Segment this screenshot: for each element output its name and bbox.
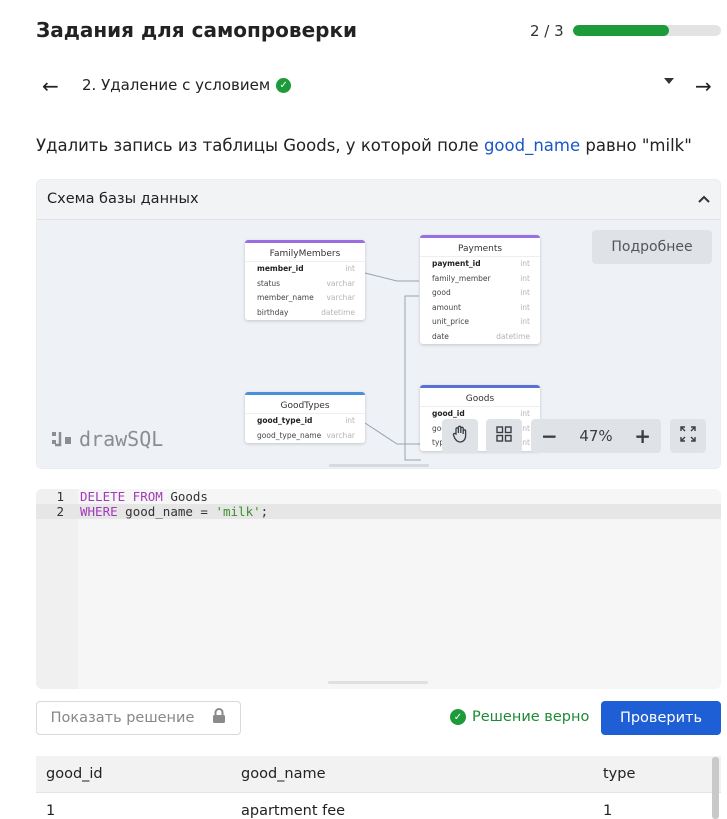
- hand-icon: [452, 425, 468, 447]
- lock-icon: [212, 708, 226, 728]
- column-header: good_id: [46, 766, 103, 782]
- code-text: WHERE good_name = 'milk';: [80, 504, 269, 519]
- solution-status: ✓ Решение верно: [450, 709, 589, 725]
- table-row: good_type_id int: [257, 416, 355, 425]
- table-header: good_id good_name type: [36, 756, 721, 793]
- column-header: type: [603, 766, 636, 782]
- table-cell: apartment fee: [241, 803, 346, 819]
- table-row: good_nameint: [432, 423, 530, 433]
- line-number: 2: [56, 504, 64, 519]
- fullscreen-button[interactable]: [670, 419, 706, 453]
- zoom-control: − 47% +: [531, 419, 661, 453]
- line-number: 1: [56, 489, 64, 504]
- zoom-in-button[interactable]: +: [634, 424, 651, 448]
- grid-icon: [496, 426, 512, 446]
- task-title: 2. Удаление с условием: [82, 76, 271, 94]
- task-field-highlight: good_name: [483, 136, 581, 155]
- schema-title: Схема базы данных: [47, 191, 199, 207]
- table-row: birthday datetime: [257, 307, 355, 317]
- pan-tool-button[interactable]: [442, 419, 478, 453]
- status-text: Решение верно: [472, 709, 590, 725]
- table-row: family_member int: [432, 273, 530, 283]
- drawsql-logo: drawSQL: [51, 427, 163, 451]
- table-row: good_type_name varchar: [257, 430, 355, 440]
- results-table: good_id good_name type 1 apartment fee 1: [36, 756, 721, 819]
- table-row: status varchar: [257, 278, 355, 288]
- table-goodtypes[interactable]: GoodTypes good_type_id int good_type_name…: [245, 392, 365, 443]
- table-goods[interactable]: Goods good_idint good_nameint typeint: [420, 385, 540, 451]
- page-title: Задания для самопроверки: [36, 18, 358, 42]
- table-row: date datetime: [432, 331, 530, 341]
- table-row: amount int: [432, 302, 530, 312]
- sql-editor[interactable]: 1 DELETE FROM Goods 2 WHERE good_name = …: [36, 489, 721, 689]
- table-title: FamilyMembers: [245, 240, 365, 262]
- check-button[interactable]: Проверить: [601, 701, 721, 735]
- zoom-out-button[interactable]: −: [541, 424, 558, 448]
- diagram-scrollbar[interactable]: [329, 464, 429, 467]
- schema-diagram[interactable]: FamilyMembers member_id int status varchar…: [37, 220, 720, 468]
- zoom-level: 47%: [579, 427, 613, 445]
- table-cell: 1: [46, 803, 56, 819]
- table-row: type int: [432, 438, 530, 447]
- table-title: GoodTypes: [245, 392, 365, 414]
- table-row: good int: [432, 288, 530, 297]
- schema-panel: Схема базы данных FamilyMembers member_i…: [36, 179, 721, 469]
- table-row: payment_id int: [432, 259, 530, 268]
- schema-header[interactable]: Схема базы данных: [37, 180, 720, 220]
- table-title: Goods: [420, 385, 540, 407]
- details-button[interactable]: Подробнее: [592, 230, 712, 264]
- column-header: good_name: [241, 766, 326, 782]
- task-description: Удалить запись из таблицы Goods, у котор…: [36, 136, 692, 155]
- show-solution-button[interactable]: Показать решение: [36, 701, 241, 735]
- previous-task-button[interactable]: ←: [42, 74, 59, 98]
- editor-scrollbar[interactable]: [328, 681, 428, 684]
- line-gutter: [36, 489, 78, 689]
- table-row: member_name varchar: [257, 293, 355, 302]
- table-payments[interactable]: Payments payment_id int family_member int …: [420, 235, 540, 344]
- next-task-button[interactable]: →: [695, 74, 712, 98]
- table-row: 1 apartment fee 1: [36, 793, 721, 819]
- task-text-before: Удалить запись из таблицы Goods, у котор…: [36, 136, 484, 155]
- progress-fill: [573, 25, 670, 36]
- layout-grid-button[interactable]: [486, 419, 522, 453]
- task-selector[interactable]: 2. Удаление с условием ✓: [82, 76, 292, 94]
- fullscreen-icon: [680, 426, 696, 446]
- table-row: unit_price int: [432, 317, 530, 326]
- show-solution-label: Показать решение: [50, 710, 195, 726]
- progress-bar: [573, 25, 721, 36]
- chevron-down-icon[interactable]: [664, 78, 674, 84]
- check-circle-icon: ✓: [450, 709, 466, 725]
- chevron-up-icon[interactable]: [697, 192, 711, 208]
- drawsql-logo-icon: [52, 432, 71, 447]
- table-title: Payments: [420, 235, 540, 257]
- check-circle-icon: ✓: [276, 77, 292, 93]
- code-text: DELETE FROM Goods: [80, 489, 208, 504]
- task-text-after: равно "milk": [580, 136, 692, 155]
- results-scrollbar[interactable]: [712, 757, 719, 819]
- code-line[interactable]: 1 DELETE FROM Goods: [36, 489, 721, 504]
- progress-label: 2 / 3: [530, 22, 564, 40]
- code-line[interactable]: 2 WHERE good_name = 'milk';: [36, 504, 721, 519]
- table-cell: 1: [603, 803, 613, 819]
- table-familymembers[interactable]: FamilyMembers member_id int status varchar…: [245, 240, 365, 320]
- drawsql-logo-text: drawSQL: [79, 427, 164, 451]
